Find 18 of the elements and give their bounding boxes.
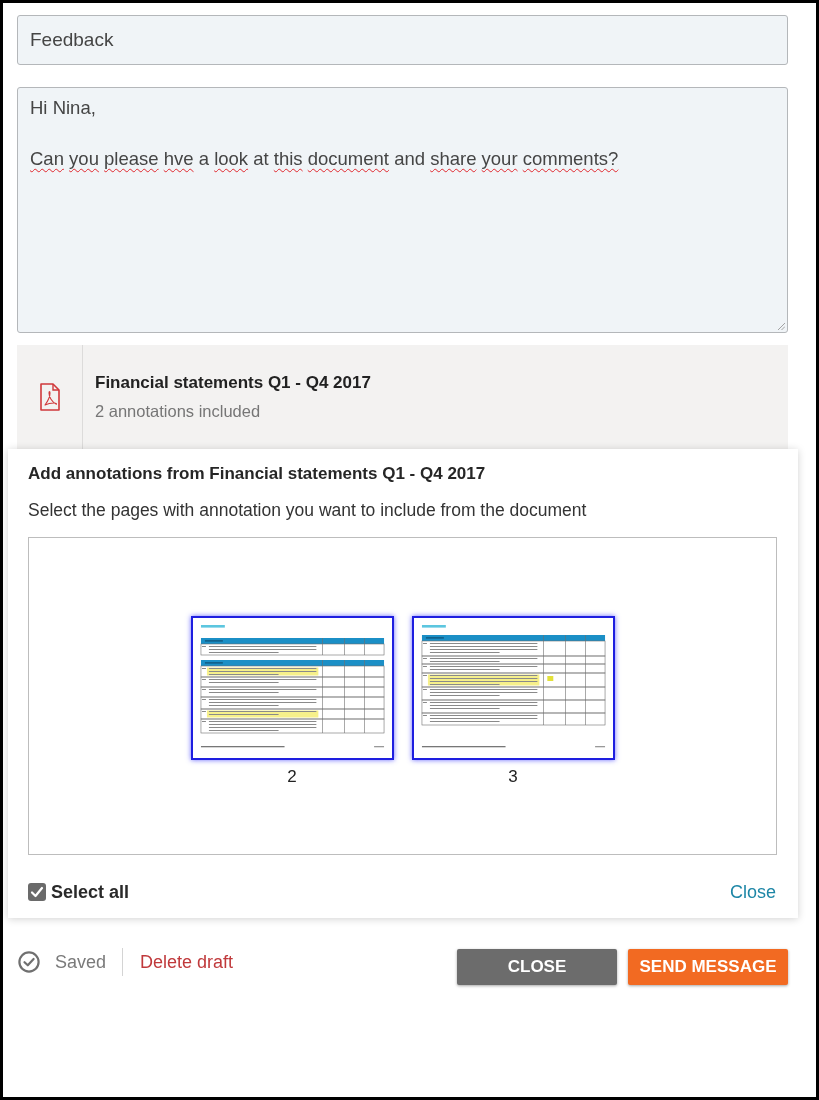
panel-title: Add annotations from Financial statements Q1 - Q4 2017 [28,463,487,485]
pdf-file-icon [39,383,60,411]
check-circle-icon [18,951,40,973]
select-all-label[interactable]: Select all [51,881,130,903]
page-number: 3 [508,768,518,786]
attachment-card[interactable]: Financial statements Q1 - Q4 2017 2 annotations included [17,345,788,449]
annotation-count: 2 annotations included [95,401,262,422]
attachment-title: Financial statements Q1 - Q4 2017 [95,372,371,394]
select-all-checkbox[interactable] [28,883,46,901]
delete-draft-link[interactable]: Delete draft [140,951,234,973]
saved-status: Saved [55,951,107,973]
subject-field[interactable]: Feedback [17,15,788,65]
resize-grip-icon[interactable] [777,322,785,330]
panel-instruction: Select the pages with annotation you want to include from the document [28,499,588,521]
message-field[interactable]: Hi Nina, Can you please hve a look at this document and share your comments? [17,87,788,333]
close-link[interactable]: Close [729,881,776,903]
page-number: 2 [287,768,297,786]
close-button[interactable]: CLOSE [457,949,617,985]
